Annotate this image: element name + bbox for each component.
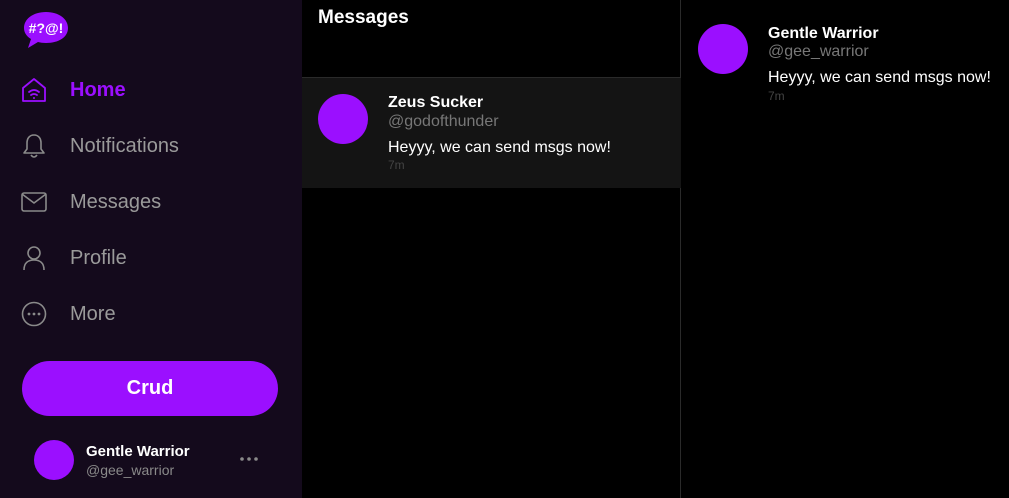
sidebar-item-home[interactable]: Home <box>20 70 126 110</box>
conversation-preview: Heyyy, we can send msgs now! <box>388 139 611 156</box>
messages-panel: Messages Zeus Sucker @godofthunder Heyyy… <box>302 0 681 498</box>
message-author-name: Gentle Warrior <box>768 25 879 42</box>
sidebar-item-notifications[interactable]: Notifications <box>20 126 179 166</box>
conversation-name: Zeus Sucker <box>388 94 484 111</box>
account-name: Gentle Warrior <box>86 443 190 460</box>
sidebar-item-label: Notifications <box>70 134 179 157</box>
logo-text: #?@! <box>29 20 64 36</box>
sidebar-item-more[interactable]: More <box>20 294 116 334</box>
page-title: Messages <box>318 7 409 28</box>
app-logo[interactable]: #?@! <box>22 10 70 50</box>
message-text: Heyyy, we can send msgs now! <box>768 69 991 86</box>
avatar <box>698 24 748 74</box>
crud-button[interactable]: Crud <box>22 361 278 416</box>
conversation-time: 7m <box>388 158 405 172</box>
message-author-handle: @gee_warrior <box>768 43 869 60</box>
more-horizontal-icon[interactable] <box>238 452 260 464</box>
conversation-handle: @godofthunder <box>388 113 499 130</box>
conversation-item[interactable]: Zeus Sucker @godofthunder Heyyy, we can … <box>302 78 681 188</box>
home-icon <box>20 76 48 104</box>
sidebar-item-label: More <box>70 302 116 325</box>
sidebar: #?@! Home Notifications Messages Profile… <box>0 0 302 498</box>
more-circle-icon <box>20 300 48 328</box>
account-handle: @gee_warrior <box>86 462 175 478</box>
sidebar-item-messages[interactable]: Messages <box>20 182 161 222</box>
account-switcher[interactable]: Gentle Warrior @gee_warrior <box>34 440 274 480</box>
sidebar-item-label: Messages <box>70 190 162 213</box>
message-detail: Gentle Warrior @gee_warrior Heyyy, we ca… <box>682 0 1009 498</box>
bell-icon <box>20 132 48 160</box>
avatar <box>318 94 368 144</box>
avatar <box>34 440 74 480</box>
sidebar-item-profile[interactable]: Profile <box>20 238 127 278</box>
sidebar-item-label: Profile <box>70 246 127 269</box>
sidebar-item-label: Home <box>70 78 126 101</box>
message-time: 7m <box>768 89 785 103</box>
envelope-icon <box>20 188 48 216</box>
user-icon <box>20 244 48 272</box>
